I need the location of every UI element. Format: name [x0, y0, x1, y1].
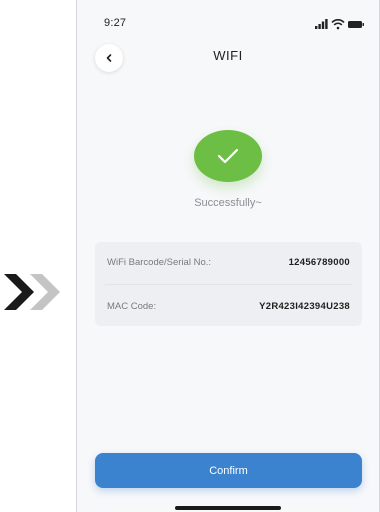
home-indicator[interactable]: [175, 506, 281, 510]
serial-number-label: WiFi Barcode/Serial No.:: [107, 256, 212, 268]
mac-code-value: Y2R423I42394U238: [259, 300, 350, 312]
mac-code-label: MAC Code:: [107, 300, 157, 312]
status-time: 9:27: [104, 17, 127, 29]
wifi-icon: [331, 18, 345, 30]
battery-icon: [348, 21, 364, 28]
serial-number-value: 12456789000: [288, 256, 350, 268]
confirm-button[interactable]: Confirm: [95, 453, 362, 488]
double-chevron-right-icon: [4, 274, 60, 310]
device-info-card: WiFi Barcode/Serial No.: 12456789000 MAC…: [95, 242, 362, 326]
status-icons: [315, 18, 364, 30]
canvas: 9:27 WIFI Successfully~ WiFi Barcode/Ser…: [0, 0, 380, 512]
signal-icon: [315, 19, 328, 29]
page-title: WIFI: [213, 48, 243, 63]
nav-bar: WIFI: [77, 36, 379, 76]
status-bar: 9:27: [77, 0, 379, 36]
phone-screen: 9:27 WIFI Successfully~ WiFi Barcode/Ser…: [76, 0, 380, 512]
success-indicator: [194, 130, 262, 182]
checkmark-icon: [217, 148, 239, 164]
mac-code-row: MAC Code: Y2R423I42394U238: [107, 286, 350, 326]
divider: [105, 284, 352, 285]
success-message: Successfully~: [194, 197, 262, 209]
serial-number-row: WiFi Barcode/Serial No.: 12456789000: [107, 242, 350, 282]
